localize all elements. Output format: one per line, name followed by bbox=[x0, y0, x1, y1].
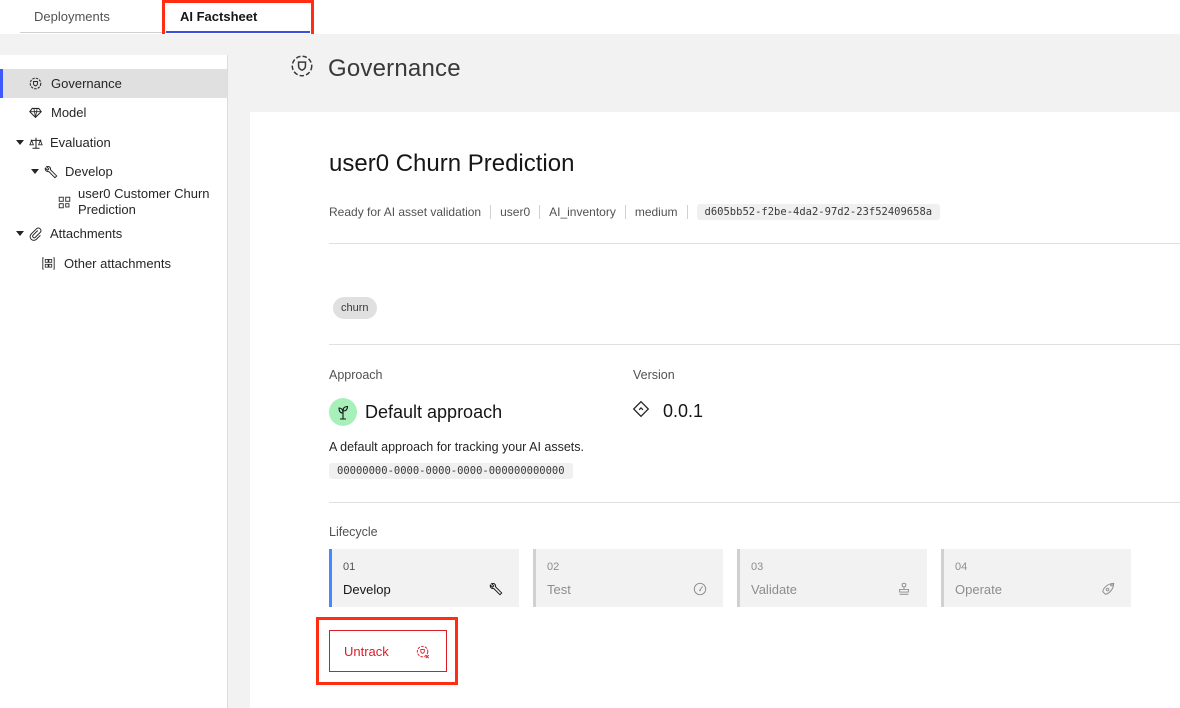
sidebar-item-evaluation[interactable]: Evaluation bbox=[0, 128, 227, 157]
sidebar-item-develop[interactable]: Develop bbox=[0, 157, 227, 186]
asset-meta: Ready for AI asset validation user0 AI_i… bbox=[329, 204, 941, 220]
approach-name: Default approach bbox=[365, 401, 503, 422]
governance-icon bbox=[28, 77, 42, 91]
sprout-icon bbox=[329, 398, 357, 426]
divider bbox=[329, 243, 1180, 244]
stage-name: Operate bbox=[955, 582, 1002, 597]
lifecycle-stage-validate[interactable]: 03 Validate bbox=[737, 549, 927, 607]
sidebar-item-label: Other attachments bbox=[64, 256, 171, 271]
sidebar-item-label: Evaluation bbox=[50, 135, 111, 150]
stage-name: Develop bbox=[343, 582, 391, 597]
tag-churn[interactable]: churn bbox=[333, 297, 377, 319]
diamond-model-icon bbox=[28, 106, 42, 120]
asset-inventory: AI_inventory bbox=[549, 205, 616, 219]
scales-icon bbox=[29, 136, 43, 150]
approach-id[interactable]: 00000000-0000-0000-0000-000000000000 bbox=[329, 463, 573, 479]
caret-down-icon[interactable] bbox=[16, 140, 24, 145]
rocket-icon bbox=[1101, 582, 1115, 596]
paperclip-icon bbox=[29, 227, 43, 241]
lifecycle-stage-develop[interactable]: 01 Develop bbox=[329, 549, 519, 607]
sidebar-item-attachments[interactable]: Attachments bbox=[0, 219, 227, 248]
stage-name: Test bbox=[547, 582, 571, 597]
version-value: 0.0.1 bbox=[663, 401, 704, 421]
sidebar-item-governance[interactable]: Governance bbox=[0, 69, 227, 98]
stamp-icon bbox=[897, 582, 911, 596]
tab-deployments[interactable]: Deployments bbox=[20, 0, 166, 34]
sidebar-item-label: Model bbox=[51, 105, 87, 120]
lifecycle-label: Lifecycle bbox=[329, 525, 378, 539]
divider bbox=[329, 344, 1180, 345]
governance-card: user0 Churn Prediction Ready for AI asse… bbox=[250, 112, 1180, 708]
wrench-icon bbox=[489, 582, 503, 596]
model-grid-icon bbox=[57, 195, 71, 209]
version: 0.0.1 bbox=[632, 400, 703, 423]
gauge-icon bbox=[693, 582, 707, 596]
attachments-grid-icon bbox=[41, 257, 55, 271]
page-header: Governance bbox=[290, 54, 461, 83]
approach-label: Approach bbox=[329, 368, 383, 382]
stage-number: 03 bbox=[751, 561, 764, 573]
stage-number: 01 bbox=[343, 561, 356, 573]
divider bbox=[329, 502, 1180, 503]
sidebar-item-customer-churn-prediction[interactable]: user0 Customer Churn Prediction bbox=[0, 186, 227, 220]
top-tabs: Deployments AI Factsheet bbox=[0, 0, 1180, 34]
stage-number: 04 bbox=[955, 561, 968, 573]
meta-separator bbox=[624, 205, 626, 219]
sidebar-item-label-line1: user0 Customer Churn bbox=[78, 186, 210, 201]
sidebar-item-label: Develop bbox=[65, 164, 113, 179]
meta-separator bbox=[539, 205, 541, 219]
untrack-icon bbox=[416, 645, 430, 659]
meta-separator bbox=[490, 205, 492, 219]
caret-down-icon[interactable] bbox=[16, 231, 24, 236]
page-title: Governance bbox=[328, 54, 461, 82]
governance-icon bbox=[290, 54, 314, 83]
asset-status: Ready for AI asset validation bbox=[329, 205, 482, 219]
untrack-label: Untrack bbox=[344, 643, 389, 659]
untrack-button[interactable]: Untrack bbox=[329, 630, 447, 672]
version-diamond-icon bbox=[632, 400, 650, 423]
meta-separator bbox=[686, 205, 688, 219]
approach-description: A default approach for tracking your AI … bbox=[329, 440, 585, 454]
sidebar: Governance Model Evaluation Develop user… bbox=[0, 55, 228, 708]
sidebar-item-label: Attachments bbox=[50, 226, 123, 241]
tab-ai-factsheet[interactable]: AI Factsheet bbox=[166, 0, 310, 34]
caret-down-icon[interactable] bbox=[31, 169, 39, 174]
sidebar-item-model[interactable]: Model bbox=[0, 98, 227, 127]
asset-risk: medium bbox=[634, 205, 678, 219]
stage-number: 02 bbox=[547, 561, 560, 573]
sidebar-item-label: user0 Customer Churn Prediction bbox=[78, 186, 210, 218]
asset-owner: user0 bbox=[500, 205, 531, 219]
approach: Default approach bbox=[329, 398, 502, 426]
wrench-icon bbox=[44, 165, 58, 179]
sidebar-item-label: Governance bbox=[51, 76, 122, 91]
sidebar-item-other-attachments[interactable]: Other attachments bbox=[0, 249, 227, 278]
asset-title: user0 Churn Prediction bbox=[329, 150, 575, 177]
app-root: Deployments AI Factsheet Governance Mode… bbox=[0, 0, 1180, 708]
lifecycle-stage-test[interactable]: 02 Test bbox=[533, 549, 723, 607]
lifecycle-stage-operate[interactable]: 04 Operate bbox=[941, 549, 1131, 607]
stage-name: Validate bbox=[751, 582, 798, 597]
version-label: Version bbox=[633, 368, 675, 382]
sidebar-item-label-line2: Prediction bbox=[78, 202, 136, 217]
asset-id[interactable]: d605bb52-f2be-4da2-97d2-23f52409658a bbox=[696, 204, 941, 220]
